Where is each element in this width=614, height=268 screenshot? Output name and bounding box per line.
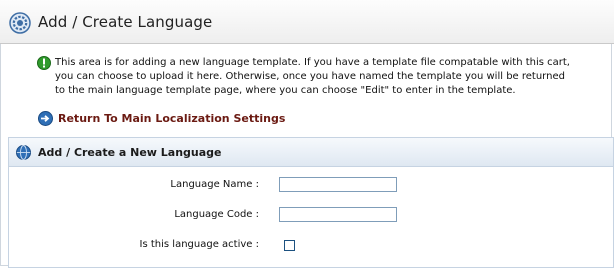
language-active-checkbox[interactable] [284,240,295,251]
language-active-label: Is this language active : [139,239,259,250]
globe-icon [16,144,31,160]
new-language-panel: Add / Create a New Language Language Nam… [8,137,614,268]
page-title: Add / Create Language [38,13,213,31]
language-name-label: Language Name : [170,179,259,190]
return-to-localization-link[interactable]: Return To Main Localization Settings [38,110,285,126]
globe-arrow-icon [38,110,53,126]
title-bar: Add / Create Language [0,0,614,44]
return-link-label[interactable]: Return To Main Localization Settings [58,112,285,125]
language-code-label: Language Code : [174,209,259,220]
info-message: This area is for adding a new language t… [38,56,578,98]
panel-title: Add / Create a New Language [38,145,222,159]
language-active-row: Is this language active : [9,236,613,258]
panel-header: Add / Create a New Language [9,138,613,167]
language-name-row: Language Name : [9,176,613,198]
info-text: This area is for adding a new language t… [55,57,570,96]
language-code-row: Language Code : [9,206,613,228]
language-code-input[interactable] [279,207,397,222]
language-name-input[interactable] [279,177,397,192]
gear-icon [9,12,31,34]
